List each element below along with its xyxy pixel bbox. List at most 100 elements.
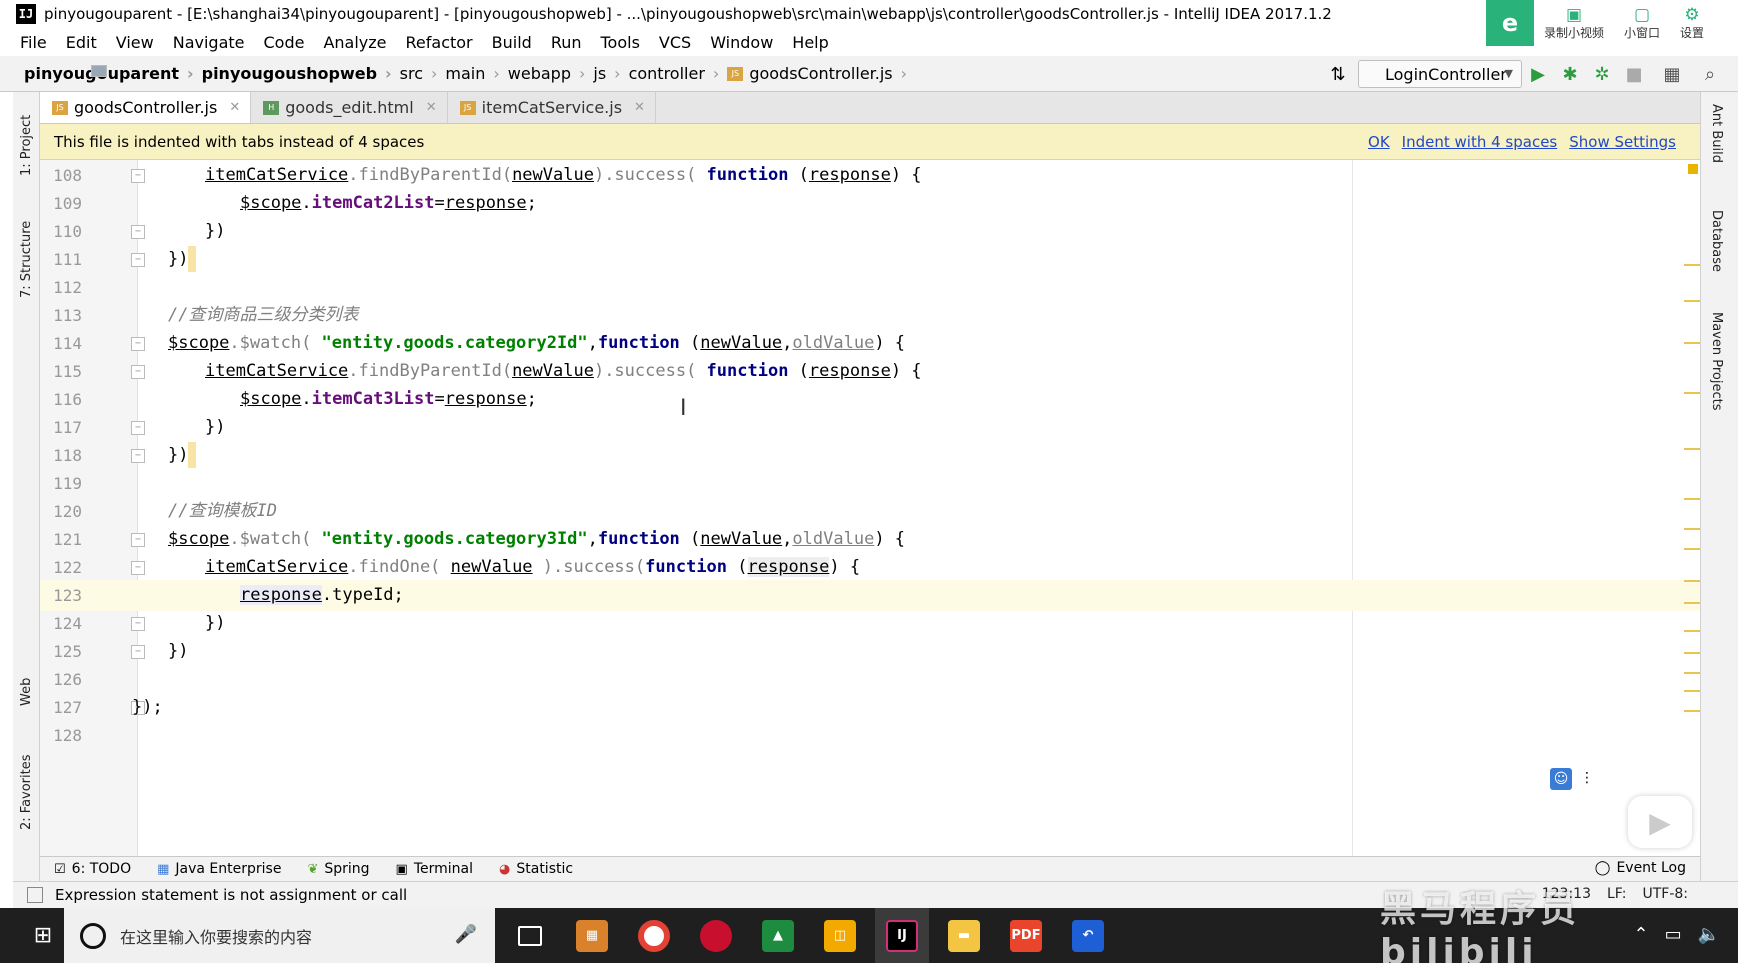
- stripe-mark[interactable]: [1684, 300, 1700, 302]
- stripe-mark[interactable]: [1684, 602, 1700, 604]
- tool-maven-projects[interactable]: Maven Projects: [1709, 312, 1724, 411]
- stripe-mark[interactable]: [1684, 498, 1700, 500]
- stripe-mark[interactable]: [1684, 690, 1700, 692]
- tool-terminal[interactable]: ▣ Terminal: [396, 861, 473, 877]
- pdf-icon[interactable]: PDF: [999, 908, 1053, 963]
- project-structure-icon[interactable]: ▦: [1660, 62, 1684, 86]
- fold-icon[interactable]: −: [131, 533, 145, 547]
- tab-goods-edit[interactable]: Hgoods_edit.html ✕: [251, 92, 448, 123]
- close-icon[interactable]: ✕: [634, 100, 645, 115]
- breadcrumb-src[interactable]: src ›: [91, 64, 446, 83]
- fold-icon[interactable]: −: [131, 421, 145, 435]
- breadcrumb-file[interactable]: JS goodsController.js ›: [727, 64, 915, 83]
- stripe-mark[interactable]: [1684, 548, 1700, 550]
- menu-help[interactable]: Help: [792, 33, 828, 52]
- stripe-mark[interactable]: [1684, 672, 1700, 674]
- breadcrumb-controller[interactable]: controller ›: [91, 64, 728, 83]
- menu-file[interactable]: File: [20, 33, 47, 52]
- tool-statistic[interactable]: ◕ Statistic: [499, 861, 573, 877]
- stripe-mark[interactable]: [1684, 630, 1700, 632]
- editor-tabs: JS goodsController.js ✕ Hgoods_edit.html ✕ …: [40, 92, 1700, 124]
- fold-icon[interactable]: −: [131, 617, 145, 631]
- record-video-button[interactable]: ▣ 录制小视频: [1534, 0, 1614, 46]
- menu-refactor[interactable]: Refactor: [406, 33, 473, 52]
- intellij-taskbar-icon[interactable]: IJ: [875, 908, 929, 963]
- microphone-icon[interactable]: 🎤: [455, 924, 477, 945]
- task-view-icon[interactable]: [503, 908, 557, 963]
- mini-window-button[interactable]: ▢ 小窗口: [1614, 0, 1670, 46]
- menu-run[interactable]: Run: [551, 33, 582, 52]
- tab-goods-controller[interactable]: JS goodsController.js ✕: [40, 92, 252, 123]
- stripe-mark[interactable]: [1684, 392, 1700, 394]
- more-icon[interactable]: ⋮: [1580, 770, 1594, 786]
- chrome-icon[interactable]: [627, 908, 681, 963]
- breadcrumb-project[interactable]: pinyougouparent›: [24, 64, 202, 83]
- ok-link[interactable]: OK: [1368, 133, 1390, 151]
- menu-edit[interactable]: Edit: [66, 33, 97, 52]
- stripe-mark[interactable]: [1684, 652, 1700, 654]
- stripe-mark[interactable]: [1684, 580, 1700, 582]
- indent-link[interactable]: Indent with 4 spaces: [1402, 133, 1558, 151]
- debug-icon[interactable]: ✱: [1558, 62, 1582, 86]
- app-icon-yellow[interactable]: ◫: [813, 908, 867, 963]
- fold-icon[interactable]: −: [131, 645, 145, 659]
- code-editor[interactable]: 108− itemCatService.findByParentId(newVal…: [40, 160, 1700, 856]
- tool-database[interactable]: Database: [1709, 210, 1724, 272]
- stripe-mark[interactable]: [1684, 448, 1700, 450]
- breadcrumb-js[interactable]: js ›: [91, 64, 628, 83]
- status-toggle-icon[interactable]: [27, 887, 43, 903]
- show-settings-link[interactable]: Show Settings: [1569, 133, 1676, 151]
- menu-view[interactable]: View: [116, 33, 154, 52]
- tool-web[interactable]: Web: [13, 662, 40, 722]
- fold-icon[interactable]: −: [131, 365, 145, 379]
- search-icon[interactable]: ⌕: [1698, 62, 1722, 86]
- fold-icon[interactable]: −: [131, 253, 145, 267]
- coverage-icon[interactable]: ✲: [1590, 62, 1614, 86]
- fold-icon[interactable]: −: [131, 225, 145, 239]
- tool-favorites[interactable]: 2: Favorites: [13, 742, 40, 842]
- stripe-mark[interactable]: [1684, 710, 1700, 712]
- stripe-mark[interactable]: [1684, 342, 1700, 344]
- taskbar-search[interactable]: 在这里输入你要搜索的内容 🎤: [64, 908, 495, 963]
- menu-code[interactable]: Code: [264, 33, 305, 52]
- tab-item-cat-service[interactable]: JS itemCatService.js ✕: [448, 92, 656, 123]
- close-icon[interactable]: ✕: [229, 100, 240, 115]
- app-icon-red[interactable]: [689, 908, 743, 963]
- build-icon[interactable]: ⇅: [1326, 62, 1350, 86]
- close-icon[interactable]: ✕: [426, 100, 437, 115]
- breadcrumb-main[interactable]: main ›: [91, 64, 507, 83]
- menu-vcs[interactable]: VCS: [659, 33, 691, 52]
- menu-navigate[interactable]: Navigate: [173, 33, 245, 52]
- tool-java-enterprise[interactable]: ▦ Java Enterprise: [157, 861, 281, 877]
- run-configuration-select[interactable]: LoginController ▼: [1358, 60, 1522, 88]
- settings-button[interactable]: ⚙ 设置: [1670, 0, 1714, 46]
- windows-start-icon[interactable]: ⊞: [22, 908, 64, 963]
- fold-icon[interactable]: −: [131, 337, 145, 351]
- tool-ant-build[interactable]: Ant Build: [1709, 104, 1724, 163]
- error-stripe[interactable]: [1684, 160, 1700, 856]
- tool-spring[interactable]: ❦ Spring: [307, 861, 369, 877]
- menu-build[interactable]: Build: [492, 33, 532, 52]
- menu-analyze[interactable]: Analyze: [323, 33, 386, 52]
- app-icon-green[interactable]: ▲: [751, 908, 805, 963]
- stop-icon[interactable]: ■: [1622, 62, 1646, 86]
- stripe-mark[interactable]: [1684, 264, 1700, 266]
- breadcrumb-webapp[interactable]: webapp ›: [91, 64, 594, 83]
- stripe-mark[interactable]: [1684, 528, 1700, 530]
- breadcrumb-module[interactable]: pinyougoushopweb ›: [91, 64, 400, 83]
- play-icon[interactable]: ▶: [1628, 796, 1692, 848]
- tool-structure[interactable]: 7: Structure: [13, 204, 40, 314]
- event-log-button[interactable]: ◯ Event Log: [1595, 860, 1686, 876]
- menu-window[interactable]: Window: [710, 33, 773, 52]
- run-icon[interactable]: ▶: [1526, 62, 1550, 86]
- tool-project[interactable]: 1: Project: [13, 100, 40, 190]
- tool-todo[interactable]: ☑ 6: TODO: [54, 861, 131, 877]
- menu-tools[interactable]: Tools: [601, 33, 640, 52]
- fold-icon[interactable]: −: [131, 449, 145, 463]
- file-explorer-icon[interactable]: ▬: [937, 908, 991, 963]
- app-icon-1[interactable]: ▦: [565, 908, 619, 963]
- user-icon[interactable]: ☺: [1550, 768, 1572, 790]
- fold-icon[interactable]: −: [131, 561, 145, 575]
- app-icon-blue[interactable]: ↶: [1061, 908, 1115, 963]
- fold-icon[interactable]: −: [131, 169, 145, 183]
